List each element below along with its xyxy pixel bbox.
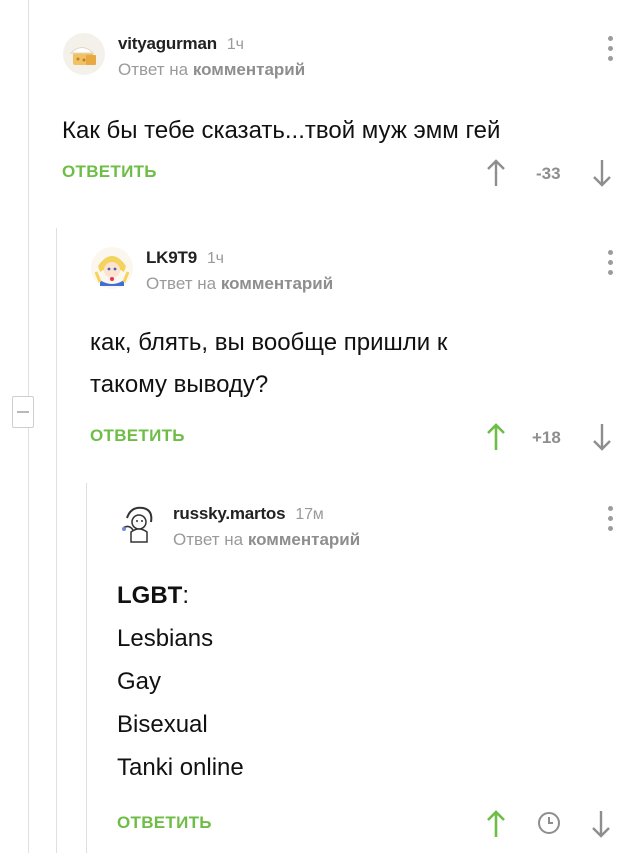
arrow-down-icon[interactable]: [591, 422, 613, 452]
username[interactable]: vityagurman 1ч: [118, 34, 244, 54]
reply-button[interactable]: ОТВЕТИТЬ: [62, 162, 157, 182]
arrow-up-icon[interactable]: [485, 422, 507, 452]
comment-actions: ОТВЕТИТЬ +18: [90, 420, 640, 460]
clock-icon: [538, 812, 560, 834]
comment-1: vityagurman 1ч Ответ на комментарий Как б…: [62, 32, 640, 196]
arrow-up-icon[interactable]: [485, 809, 507, 839]
thread-line-level-3: [86, 483, 87, 853]
collapse-thread-button[interactable]: [12, 396, 34, 428]
comment-text: LGBT: Lesbians Gay Bisexual Tanki online: [117, 574, 640, 789]
reply-target-link[interactable]: комментарий: [248, 530, 360, 549]
arrow-up-icon[interactable]: [485, 158, 507, 188]
username-text[interactable]: vityagurman: [118, 34, 217, 53]
reply-button[interactable]: ОТВЕТИТЬ: [90, 426, 185, 446]
reply-prefix: Ответ на: [146, 274, 217, 293]
username[interactable]: russky.martos 17м: [173, 504, 324, 524]
arrow-down-icon[interactable]: [590, 809, 612, 839]
avatar[interactable]: [117, 502, 161, 546]
more-vertical-icon[interactable]: [606, 36, 614, 64]
comment-actions: ОТВЕТИТЬ -33: [62, 156, 640, 196]
list-item: Gay: [117, 668, 162, 695]
minus-icon: [17, 411, 29, 413]
reply-info: Ответ на комментарий: [173, 530, 360, 550]
comment-header: vityagurman 1ч Ответ на комментарий: [62, 32, 640, 92]
avatar-image: [63, 33, 105, 75]
vote-score: -33: [536, 164, 561, 183]
username[interactable]: LK9T9 1ч: [146, 248, 224, 268]
vote-score: +18: [532, 428, 561, 447]
reply-prefix: Ответ на: [118, 60, 189, 79]
list-item: Bisexual: [117, 711, 208, 738]
avatar-image: [118, 503, 160, 545]
reply-target-link[interactable]: комментарий: [221, 274, 333, 293]
timestamp: 1ч: [206, 250, 224, 267]
list-title: LGBT:: [117, 574, 640, 617]
comment-text: Как бы тебе сказать...твой муж эмм гей: [62, 117, 501, 144]
comment-text-line-2: такому выводу?: [90, 371, 269, 398]
comment-actions: ОТВЕТИТЬ: [117, 807, 640, 847]
comment-text: как, блять, вы вообще пришли к такому вы…: [90, 322, 640, 406]
comment-header: LK9T9 1ч Ответ на комментарий: [90, 246, 640, 306]
list-title-text: LGBT: [117, 582, 183, 609]
avatar-image: [91, 247, 133, 289]
comment-2: LK9T9 1ч Ответ на комментарий как, блять,…: [90, 246, 640, 460]
more-vertical-icon[interactable]: [606, 506, 614, 534]
avatar[interactable]: [62, 32, 106, 76]
comment-text-line-1: как, блять, вы вообще пришли к: [90, 329, 448, 356]
reply-target-link[interactable]: комментарий: [193, 60, 305, 79]
reply-prefix: Ответ на: [173, 530, 244, 549]
reply-info: Ответ на комментарий: [146, 274, 333, 294]
username-text[interactable]: russky.martos: [173, 504, 286, 523]
avatar[interactable]: [90, 246, 134, 290]
list-title-colon: :: [182, 582, 189, 609]
thread-line-level-2: [56, 228, 57, 853]
list-item: Tanki online: [117, 754, 244, 781]
timestamp: 17м: [295, 506, 324, 523]
arrow-down-icon[interactable]: [591, 158, 613, 188]
reply-info: Ответ на комментарий: [118, 60, 305, 80]
comment-3: russky.martos 17м Ответ на комментарий LG…: [117, 502, 640, 847]
reply-button[interactable]: ОТВЕТИТЬ: [117, 813, 212, 833]
username-text[interactable]: LK9T9: [146, 248, 197, 267]
more-vertical-icon[interactable]: [606, 250, 614, 278]
timestamp: 1ч: [226, 36, 244, 53]
comment-header: russky.martos 17м Ответ на комментарий: [117, 502, 640, 562]
list-item: Lesbians: [117, 625, 214, 652]
